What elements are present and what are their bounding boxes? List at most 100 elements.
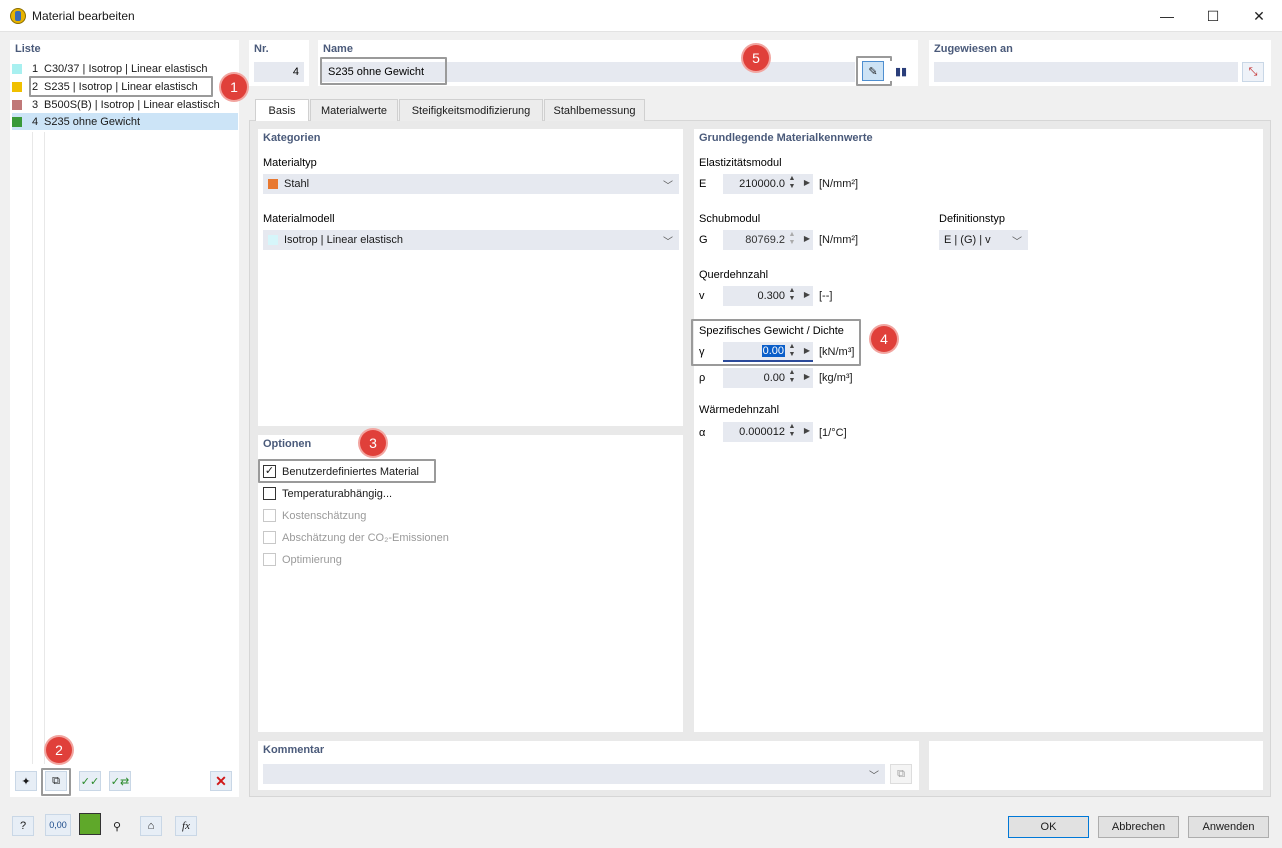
materialtyp-label: Materialtyp — [263, 157, 317, 169]
callout-badge: 5 — [743, 45, 769, 71]
poisson-input[interactable]: 0.300 ▲ ▼ ▶ — [723, 286, 813, 306]
menu-arrow-icon[interactable]: ▶ — [804, 290, 810, 299]
tab-materialwerte[interactable]: Materialwerte — [310, 99, 398, 121]
density-input[interactable]: 0.00 ▲ ▼ ▶ — [723, 368, 813, 388]
units-icon[interactable]: 0,00 — [45, 814, 71, 836]
kommentar-side-panel — [929, 741, 1263, 790]
library-book-icon[interactable]: ▮▮ — [890, 61, 912, 81]
kategorien-title: Kategorien — [263, 132, 321, 144]
close-button[interactable]: ✕ — [1236, 0, 1282, 32]
menu-arrow-icon[interactable]: ▶ — [804, 346, 810, 355]
copy-comment-icon[interactable]: ⧉ — [890, 764, 912, 784]
v-symbol: v — [699, 290, 705, 302]
minimize-button[interactable]: — — [1144, 0, 1190, 32]
alpha-group-label: Wärmedehnzahl — [699, 404, 780, 416]
spinner-icon[interactable]: ▲ ▼ — [787, 343, 797, 359]
number-panel: Nr. 4 — [249, 40, 309, 86]
kennwerte-panel: Grundlegende Materialkennwerte Elastizit… — [691, 129, 1263, 732]
copy-material-icon[interactable]: ⧉ — [45, 771, 67, 791]
item-label: S235 ohne Gewicht — [44, 115, 141, 128]
checkbox-label: Abschätzung der CO₂-Emissionen — [282, 531, 449, 544]
color-swatch — [12, 99, 22, 110]
checkbox-label: Optimierung — [282, 553, 342, 566]
checkbox-box — [263, 509, 276, 522]
g-modulus-input[interactable]: 80769.2 ▲ ▼ ▶ — [723, 230, 813, 250]
check-all-icon[interactable]: ✓✓ — [79, 771, 101, 791]
custom-material-checkbox[interactable]: ✓ Benutzerdefiniertes Material — [263, 465, 419, 478]
delete-icon[interactable]: ✕ — [210, 771, 232, 791]
callout-badge: 4 — [871, 326, 897, 352]
kennwerte-title: Grundlegende Materialkennwerte — [699, 132, 873, 144]
list-label: Liste — [15, 43, 41, 55]
list-item[interactable]: 1 C30/37 | Isotrop | Linear elastisch — [12, 60, 238, 77]
spinner-icon[interactable]: ▲ ▼ — [787, 369, 797, 385]
menu-arrow-icon[interactable]: ▶ — [804, 372, 810, 381]
item-number: 3 — [32, 98, 39, 111]
item-label: C30/37 | Isotrop | Linear elastisch — [44, 62, 208, 75]
specific-weight-input[interactable]: 0.00 ▲ ▼ ▶ — [723, 342, 813, 362]
color-icon[interactable] — [79, 813, 101, 835]
cancel-button[interactable]: Abbrechen — [1098, 816, 1179, 838]
checkbox-label: Temperaturabhängig... — [282, 487, 393, 500]
materialmodell-select[interactable]: Isotrop | Linear elastisch ﹀ — [263, 230, 679, 250]
materialmodell-label: Materialmodell — [263, 213, 335, 225]
e-group-label: Elastizitätsmodul — [699, 157, 782, 169]
check-toggle-icon[interactable]: ✓⇄ — [109, 771, 131, 791]
materialtyp-value: Stahl — [284, 178, 310, 190]
formula-icon[interactable]: fx — [175, 816, 197, 836]
spinner-icon[interactable]: ▲ ▼ — [787, 175, 797, 191]
new-material-icon[interactable]: ✦ — [15, 771, 37, 791]
e-unit: [N/mm²] — [819, 178, 859, 190]
number-field[interactable]: 4 — [254, 62, 304, 82]
v-unit: [--] — [819, 290, 833, 302]
chevron-down-icon: ﹀ — [663, 237, 673, 248]
apply-button[interactable]: Anwenden — [1188, 816, 1269, 838]
checkbox-label: Kostenschätzung — [282, 509, 367, 522]
tree-guide — [32, 132, 33, 764]
edit-name-icon[interactable]: ✎ — [862, 61, 884, 81]
materialtyp-select[interactable]: Stahl ﹀ — [263, 174, 679, 194]
checkbox-label: Benutzerdefiniertes Material — [282, 465, 419, 478]
gamma-symbol: γ — [699, 346, 705, 358]
e-modulus-input[interactable]: 210000.0 ▲ ▼ ▶ — [723, 174, 813, 194]
assigned-field[interactable] — [934, 62, 1238, 82]
rho-value: 0.00 — [763, 372, 785, 384]
item-label: B500S(B) | Isotrop | Linear elastisch — [44, 98, 220, 111]
definitionstyp-select[interactable]: E | (G) | v ﹀ — [939, 230, 1028, 250]
item-number: 4 — [32, 115, 39, 128]
alpha-symbol: α — [699, 427, 706, 439]
person-info-icon[interactable]: ⚲ — [106, 816, 128, 836]
color-swatch — [12, 63, 22, 74]
pick-cursor-icon[interactable]: ⤡ — [1242, 62, 1264, 82]
list-item[interactable]: 4 S235 ohne Gewicht — [12, 113, 238, 130]
co2-checkbox: Abschätzung der CO₂-Emissionen — [263, 531, 449, 544]
checkbox-box[interactable] — [263, 487, 276, 500]
menu-arrow-icon[interactable]: ▶ — [804, 426, 810, 435]
ok-button[interactable]: OK — [1008, 816, 1089, 838]
temperature-checkbox[interactable]: Temperaturabhängig... — [263, 487, 392, 500]
kommentar-label: Kommentar — [263, 744, 325, 756]
window-title: Material bearbeiten — [32, 9, 135, 23]
tab-basis[interactable]: Basis — [255, 99, 309, 121]
tab-stahlbemessung[interactable]: Stahlbemessung — [544, 99, 645, 121]
color-swatch — [12, 116, 22, 127]
menu-arrow-icon[interactable]: ▶ — [804, 178, 810, 187]
definitionstyp-label: Definitionstyp — [939, 213, 1006, 225]
materialmodell-value: Isotrop | Linear elastisch — [284, 234, 404, 246]
tab-steifigkeitsmodifizierung[interactable]: Steifigkeitsmodifizierung — [399, 99, 543, 121]
kommentar-input[interactable]: ﹀ — [263, 764, 885, 784]
g-unit: [N/mm²] — [819, 234, 859, 246]
number-label: Nr. — [254, 43, 269, 55]
checkbox-box[interactable]: ✓ — [263, 465, 276, 478]
g-value: 80769.2 — [745, 234, 785, 246]
help-icon[interactable]: ? — [12, 816, 34, 836]
maximize-button[interactable]: ☐ — [1190, 0, 1236, 32]
callout-badge: 2 — [46, 737, 72, 763]
spinner-icon[interactable]: ▲ ▼ — [787, 423, 797, 439]
thermal-expansion-input[interactable]: 0.000012 ▲ ▼ ▶ — [723, 422, 813, 442]
view-icon[interactable]: ⌂ — [140, 816, 162, 836]
spinner-icon[interactable]: ▲ ▼ — [787, 287, 797, 303]
optionen-title: Optionen — [263, 438, 312, 450]
list-item[interactable]: 3 B500S(B) | Isotrop | Linear elastisch — [12, 96, 238, 113]
menu-arrow-icon[interactable]: ▶ — [804, 234, 810, 243]
